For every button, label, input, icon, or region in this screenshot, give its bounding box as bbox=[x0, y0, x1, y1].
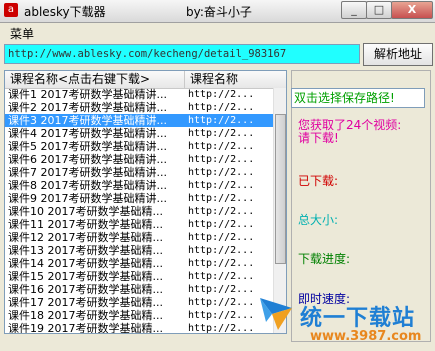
course-name-cell: 课件16 2017考研数学基础精... bbox=[8, 283, 163, 296]
course-name-cell: 课件10 2017考研数学基础精... bbox=[8, 205, 163, 218]
course-name-cell: 课件1 2017考研数学基础精讲... bbox=[8, 88, 167, 101]
minimize-button[interactable]: _ bbox=[341, 1, 367, 19]
list-item[interactable]: 课件13 2017考研数学基础精... http://2... bbox=[5, 244, 273, 257]
course-name-cell: 课件12 2017考研数学基础精... bbox=[8, 231, 163, 244]
parse-url-button[interactable]: 解析地址 bbox=[363, 43, 433, 66]
course-name-cell: 课件13 2017考研数学基础精... bbox=[8, 244, 163, 257]
course-url-cell: http://2... bbox=[188, 89, 255, 100]
url-input[interactable]: http://www.ablesky.com/kecheng/detail_98… bbox=[4, 44, 360, 64]
list-item[interactable]: 课件5 2017考研数学基础精讲... http://2... bbox=[5, 140, 273, 153]
watermark-text: 统一下载站 bbox=[300, 306, 416, 331]
course-url-cell: http://2... bbox=[188, 219, 255, 230]
list-item[interactable]: 课件18 2017考研数学基础精... http://2... bbox=[5, 309, 273, 322]
menu-item-main[interactable]: 菜单 bbox=[10, 25, 34, 42]
course-url-cell: http://2... bbox=[188, 258, 255, 269]
close-button[interactable]: X bbox=[391, 1, 433, 19]
course-url-cell: http://2... bbox=[188, 141, 255, 152]
download-prompt-text: 请下载! bbox=[298, 131, 339, 145]
course-url-cell: http://2... bbox=[188, 193, 255, 204]
course-name-cell: 课件15 2017考研数学基础精... bbox=[8, 270, 163, 283]
course-list[interactable]: 课程名称<点击右键下载> 课程名称 课件1 2017考研数学基础精讲... htt… bbox=[4, 70, 287, 334]
scrollbar-thumb[interactable] bbox=[275, 114, 286, 264]
list-item[interactable]: 课件7 2017考研数学基础精讲... http://2... bbox=[5, 166, 273, 179]
app-icon: a bbox=[4, 3, 18, 17]
course-name-cell: 课件5 2017考研数学基础精讲... bbox=[8, 140, 167, 153]
list-item[interactable]: 课件17 2017考研数学基础精... http://2... bbox=[5, 296, 273, 309]
list-item[interactable]: 课件14 2017考研数学基础精... http://2... bbox=[5, 257, 273, 270]
column-header-name[interactable]: 课程名称<点击右键下载> bbox=[5, 71, 185, 88]
course-name-cell: 课件14 2017考研数学基础精... bbox=[8, 257, 163, 270]
course-url-cell: http://2... bbox=[188, 206, 255, 217]
column-header-url[interactable]: 课程名称 bbox=[185, 71, 286, 88]
maximize-button[interactable]: □ bbox=[366, 1, 392, 19]
course-url-cell: http://2... bbox=[188, 154, 255, 165]
watermark-domain: www.3987.com bbox=[310, 329, 422, 344]
course-name-cell: 课件18 2017考研数学基础精... bbox=[8, 309, 163, 322]
course-name-cell: 课件6 2017考研数学基础精讲... bbox=[8, 153, 167, 166]
list-item[interactable]: 课件12 2017考研数学基础精... http://2... bbox=[5, 231, 273, 244]
course-url-cell: http://2... bbox=[188, 128, 255, 139]
watermark-logo-icon bbox=[260, 298, 292, 330]
course-url-cell: http://2... bbox=[188, 271, 255, 282]
course-url-cell: http://2... bbox=[188, 102, 255, 113]
list-item[interactable]: 课件2 2017考研数学基础精讲... http://2... bbox=[5, 101, 273, 114]
course-url-cell: http://2... bbox=[188, 180, 255, 191]
list-item[interactable]: 课件19 2017考研数学基础精... http://2... bbox=[5, 322, 273, 334]
course-name-cell: 课件9 2017考研数学基础精讲... bbox=[8, 192, 167, 205]
list-item[interactable]: 课件11 2017考研数学基础精... http://2... bbox=[5, 218, 273, 231]
save-path-field[interactable]: 双击选择保存路径! bbox=[291, 88, 425, 108]
total-size-label: 总大小: bbox=[298, 213, 339, 227]
list-rows: 课件1 2017考研数学基础精讲... http://2... 课件2 2017考研… bbox=[5, 88, 273, 334]
course-url-cell: http://2... bbox=[188, 167, 255, 178]
course-url-cell: http://2... bbox=[188, 115, 255, 126]
progress-label: 下载进度: bbox=[298, 252, 351, 266]
course-name-cell: 课件7 2017考研数学基础精讲... bbox=[8, 166, 167, 179]
list-item[interactable]: 课件10 2017考研数学基础精... http://2... bbox=[5, 205, 273, 218]
downloaded-label: 已下载: bbox=[298, 174, 339, 188]
course-name-cell: 课件4 2017考研数学基础精讲... bbox=[8, 127, 167, 140]
course-name-cell: 课件19 2017考研数学基础精... bbox=[8, 322, 163, 334]
course-name-cell: 课件11 2017考研数学基础精... bbox=[8, 218, 163, 231]
list-header: 课程名称<点击右键下载> 课程名称 bbox=[5, 71, 286, 89]
course-name-cell: 课件17 2017考研数学基础精... bbox=[8, 296, 163, 309]
list-item[interactable]: 课件16 2017考研数学基础精... http://2... bbox=[5, 283, 273, 296]
list-item[interactable]: 课件9 2017考研数学基础精讲... http://2... bbox=[5, 192, 273, 205]
course-name-cell: 课件2 2017考研数学基础精讲... bbox=[8, 101, 167, 114]
author-credit: by:奋斗小子 bbox=[186, 5, 252, 19]
list-item[interactable]: 课件6 2017考研数学基础精讲... http://2... bbox=[5, 153, 273, 166]
window-title: ablesky下载器 bbox=[24, 5, 106, 19]
list-item[interactable]: 课件15 2017考研数学基础精... http://2... bbox=[5, 270, 273, 283]
course-url-cell: http://2... bbox=[188, 232, 255, 243]
course-url-cell: http://2... bbox=[188, 245, 255, 256]
list-item[interactable]: 课件3 2017考研数学基础精讲... http://2... bbox=[5, 114, 273, 127]
menu-bar: 菜单 bbox=[0, 23, 435, 41]
list-item[interactable]: 课件8 2017考研数学基础精讲... http://2... bbox=[5, 179, 273, 192]
course-name-cell: 课件8 2017考研数学基础精讲... bbox=[8, 179, 167, 192]
list-item[interactable]: 课件1 2017考研数学基础精讲... http://2... bbox=[5, 88, 273, 101]
list-item[interactable]: 课件4 2017考研数学基础精讲... http://2... bbox=[5, 127, 273, 140]
title-bar: a ablesky下载器 by:奋斗小子 _ □ X bbox=[0, 0, 435, 23]
course-name-cell: 课件3 2017考研数学基础精讲... bbox=[8, 114, 167, 127]
